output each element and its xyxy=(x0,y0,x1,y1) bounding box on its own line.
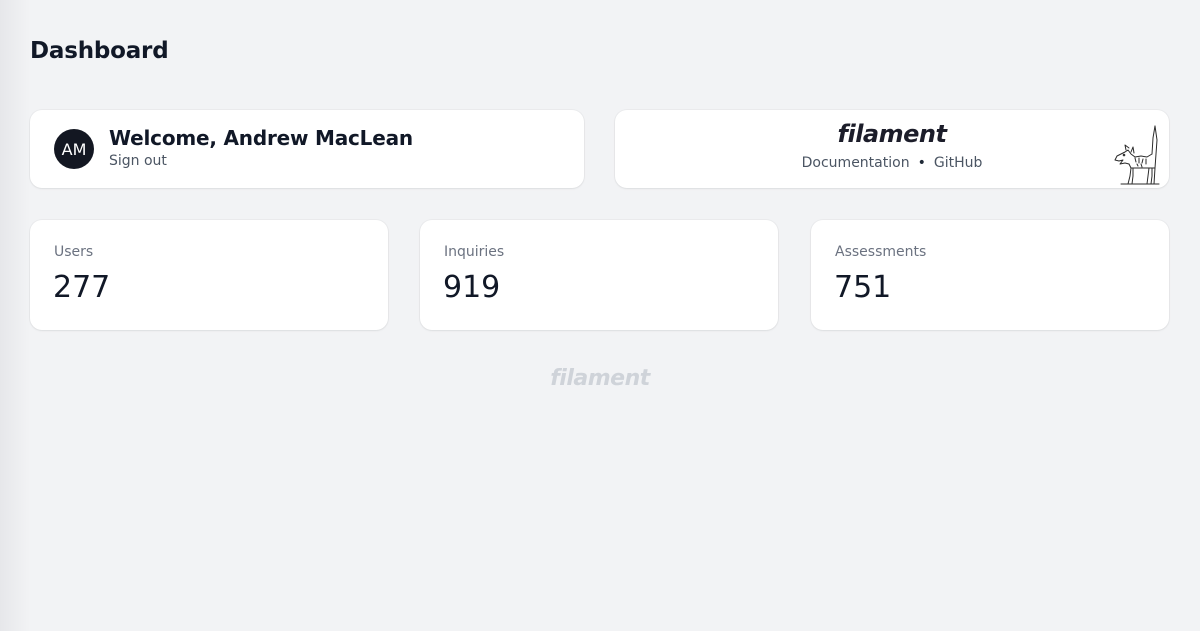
stat-value: 751 xyxy=(834,270,892,305)
filament-logo[interactable]: filament xyxy=(615,120,1169,148)
stat-card-assessments: Assessments 751 xyxy=(811,220,1169,330)
stat-label: Assessments xyxy=(835,244,927,260)
stat-value: 919 xyxy=(443,270,501,305)
sidebar-shade xyxy=(0,0,30,631)
info-links: Documentation • GitHub xyxy=(615,155,1169,171)
footer-filament-logo[interactable]: filament xyxy=(0,366,1200,391)
stat-label: Users xyxy=(54,244,94,260)
dog-doodle-icon xyxy=(1114,125,1160,185)
documentation-link[interactable]: Documentation xyxy=(802,155,910,171)
github-link[interactable]: GitHub xyxy=(934,155,983,171)
account-widget: AM Welcome, Andrew MacLean Sign out xyxy=(30,110,584,188)
stat-label: Inquiries xyxy=(444,244,505,260)
stat-value: 277 xyxy=(53,270,111,305)
sign-out-link[interactable]: Sign out xyxy=(109,153,167,169)
page-title: Dashboard xyxy=(30,38,169,64)
stat-card-users: Users 277 xyxy=(30,220,388,330)
link-separator: • xyxy=(917,155,926,171)
filament-info-widget: filament Documentation • GitHub xyxy=(615,110,1169,188)
stat-card-inquiries: Inquiries 919 xyxy=(420,220,778,330)
avatar: AM xyxy=(54,129,94,169)
welcome-heading: Welcome, Andrew MacLean xyxy=(109,126,413,150)
